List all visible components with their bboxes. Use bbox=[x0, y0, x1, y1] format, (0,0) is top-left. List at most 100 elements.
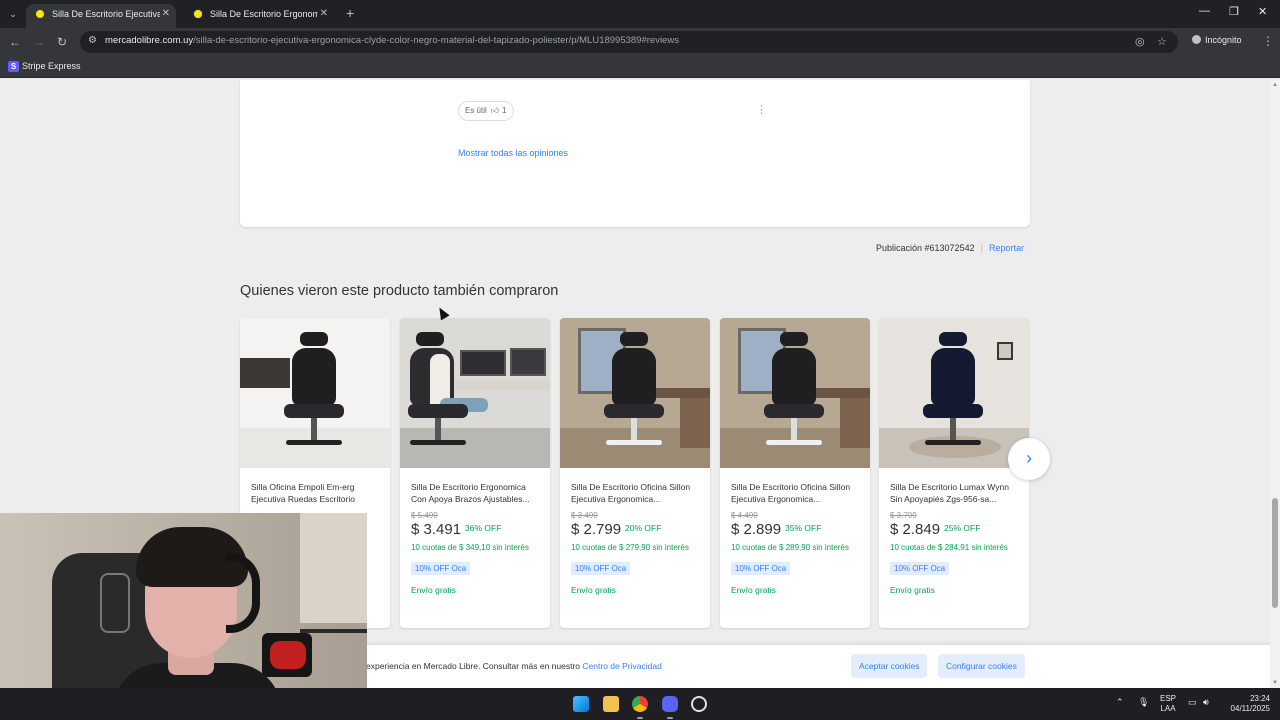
product-old-price: $ 4.499 bbox=[731, 511, 758, 520]
close-window-icon[interactable]: ✕ bbox=[1258, 5, 1267, 18]
tab-title: Silla De Escritorio Ejecutiva Erg bbox=[52, 9, 160, 19]
chevron-right-icon: › bbox=[1026, 448, 1032, 468]
product-discount: 35% OFF bbox=[785, 523, 822, 533]
windows-start-icon[interactable] bbox=[573, 696, 589, 712]
site-info-icon[interactable]: ⚙ bbox=[88, 35, 100, 48]
tab-search-icon[interactable]: ⌄ bbox=[5, 6, 21, 22]
product-title[interactable]: Silla Oficina Empoli Em-erg Ejecutiva Ru… bbox=[251, 481, 383, 505]
product-card[interactable]: Silla De Escritorio Oficina Sillon Ejecu… bbox=[560, 318, 710, 628]
minimize-icon[interactable]: — bbox=[1199, 5, 1210, 17]
page-scrollbar[interactable]: ▲ ▼ bbox=[1270, 80, 1280, 688]
product-image[interactable] bbox=[720, 318, 870, 468]
configure-cookies-button[interactable]: Configurar cookies bbox=[938, 654, 1025, 678]
clock[interactable]: 23:24 04/11/2025 bbox=[1222, 694, 1270, 714]
bookmark-star-icon[interactable]: ☆ bbox=[1157, 35, 1167, 48]
useful-count: 1 bbox=[502, 106, 507, 115]
mercadolibre-favicon-icon bbox=[35, 9, 45, 19]
reload-icon[interactable]: ↻ bbox=[57, 34, 67, 50]
browser-tab-active[interactable]: Silla De Escritorio Ejecutiva Erg ✕ bbox=[26, 4, 176, 28]
product-image[interactable] bbox=[240, 318, 390, 468]
product-title[interactable]: Silla De Escritorio Oficina Sillon Ejecu… bbox=[731, 481, 863, 505]
browser-menu-icon[interactable]: ⋮ bbox=[1262, 34, 1274, 48]
browser-tab-bar: ⌄ Silla De Escritorio Ejecutiva Erg ✕ Si… bbox=[0, 0, 1280, 28]
eye-off-icon[interactable]: ◎ bbox=[1135, 35, 1145, 48]
reviews-card: Es útil 👍︎ 1 ⋮ Mostrar todas las opiniones bbox=[240, 80, 1030, 227]
maximize-icon[interactable]: ❐ bbox=[1229, 5, 1239, 18]
product-image[interactable] bbox=[400, 318, 550, 468]
thumbs-up-icon: 👍︎ bbox=[490, 106, 500, 115]
product-title[interactable]: Silla De Escritorio Oficina Sillon Ejecu… bbox=[571, 481, 703, 505]
incognito-icon bbox=[1192, 35, 1201, 44]
product-shipping: Envío gratis bbox=[890, 585, 935, 595]
product-card[interactable]: Silla De Escritorio Lumax Wynn Sin Apoya… bbox=[879, 318, 1029, 628]
scroll-down-icon[interactable]: ▼ bbox=[1272, 680, 1278, 686]
product-shipping: Envío gratis bbox=[731, 585, 776, 595]
tab-close-icon[interactable]: ✕ bbox=[162, 4, 170, 24]
microphone-icon[interactable]: 🎙︎ bbox=[1138, 697, 1149, 708]
scrollbar-thumb[interactable] bbox=[1272, 498, 1278, 608]
bookmarks-bar: S Stripe Express bbox=[0, 56, 1280, 78]
cookie-text: experiencia en Mercado Libre. Consultar … bbox=[366, 661, 662, 671]
product-old-price: $ 5.499 bbox=[411, 511, 438, 520]
product-old-price: $ 3.499 bbox=[571, 511, 598, 520]
file-explorer-icon[interactable] bbox=[603, 696, 619, 712]
product-card[interactable]: Silla De Escritorio Oficina Sillon Ejecu… bbox=[720, 318, 870, 628]
product-price: $ 2.899 bbox=[731, 521, 782, 538]
useful-label: Es útil bbox=[465, 106, 487, 115]
new-tab-icon[interactable]: + bbox=[346, 5, 354, 21]
report-link[interactable]: Reportar bbox=[989, 243, 1024, 253]
browser-toolbar: ← → ↻ ⚙ mercadolibre.com.uy/silla-de-esc… bbox=[0, 28, 1280, 56]
product-title[interactable]: Silla De Escritorio Ergonomica Con Apoya… bbox=[411, 481, 543, 505]
product-payment-badge: 10% OFF Oca bbox=[890, 562, 950, 575]
bookmark-stripe-express[interactable]: Stripe Express bbox=[22, 61, 81, 71]
volume-icon[interactable]: 🔊︎ bbox=[1203, 697, 1209, 708]
carousel-next-button[interactable]: › bbox=[1008, 438, 1050, 480]
discord-icon[interactable] bbox=[662, 696, 678, 712]
browser-tab[interactable]: Silla De Escritorio Ergonomica ✕ bbox=[184, 4, 334, 28]
tab-title: Silla De Escritorio Ergonomica bbox=[210, 9, 318, 19]
language-indicator[interactable]: ESP LAA bbox=[1160, 694, 1176, 714]
incognito-indicator[interactable]: Incógnito bbox=[1192, 35, 1242, 45]
useful-button[interactable]: Es útil 👍︎ 1 bbox=[458, 101, 514, 121]
product-installments: 10 cuotas de $ 279,90 sin interés bbox=[571, 543, 689, 552]
product-image[interactable] bbox=[560, 318, 710, 468]
product-price: $ 2.849 bbox=[890, 521, 941, 538]
product-shipping: Envío gratis bbox=[411, 585, 456, 595]
product-payment-badge: 10% OFF Oca bbox=[411, 562, 471, 575]
product-price: $ 3.491 bbox=[411, 521, 462, 538]
section-title: Quienes vieron este producto también com… bbox=[240, 283, 559, 299]
product-discount: 20% OFF bbox=[625, 523, 662, 533]
accept-cookies-button[interactable]: Aceptar cookies bbox=[851, 654, 928, 678]
stripe-icon[interactable]: S bbox=[8, 61, 19, 72]
url-text[interactable]: mercadolibre.com.uy/silla-de-escritorio-… bbox=[105, 35, 679, 46]
privacy-center-link[interactable]: Centro de Privacidad bbox=[582, 661, 661, 671]
network-icon[interactable]: ▭ bbox=[1188, 697, 1197, 708]
product-old-price: $ 3.799 bbox=[890, 511, 917, 520]
product-title[interactable]: Silla De Escritorio Lumax Wynn Sin Apoya… bbox=[890, 481, 1022, 505]
product-shipping: Envío gratis bbox=[571, 585, 616, 595]
publication-number: Publicación #613072542 bbox=[876, 243, 975, 253]
product-payment-badge: 10% OFF Oca bbox=[571, 562, 631, 575]
back-icon[interactable]: ← bbox=[9, 34, 21, 50]
product-payment-badge: 10% OFF Oca bbox=[731, 562, 791, 575]
review-options-icon[interactable]: ⋮ bbox=[756, 103, 767, 116]
product-installments: 10 cuotas de $ 284,91 sin interés bbox=[890, 543, 1008, 552]
tab-close-icon[interactable]: ✕ bbox=[320, 4, 328, 24]
address-bar[interactable]: ⚙ mercadolibre.com.uy/silla-de-escritori… bbox=[80, 31, 1178, 53]
show-all-reviews-link[interactable]: Mostrar todas las opiniones bbox=[458, 148, 568, 158]
product-price: $ 2.799 bbox=[571, 521, 622, 538]
product-discount: 36% OFF bbox=[465, 523, 502, 533]
product-installments: 10 cuotas de $ 289,90 sin interés bbox=[731, 543, 849, 552]
mercadolibre-favicon-icon bbox=[193, 9, 203, 19]
chrome-icon[interactable] bbox=[632, 696, 648, 712]
product-installments: 10 cuotas de $ 349,10 sin interés bbox=[411, 543, 529, 552]
tray-overflow-icon[interactable]: ⌃ bbox=[1116, 697, 1124, 708]
windows-taskbar: ⌃ 🎙︎ ESP LAA ▭ 🔊︎ 23:24 04/11/2025 bbox=[0, 688, 1280, 720]
publication-row: Publicación #613072542 | Reportar bbox=[876, 243, 1024, 253]
forward-icon[interactable]: → bbox=[33, 34, 45, 50]
product-card[interactable]: Silla De Escritorio Ergonomica Con Apoya… bbox=[400, 318, 550, 628]
product-image[interactable] bbox=[879, 318, 1029, 468]
scroll-up-icon[interactable]: ▲ bbox=[1272, 82, 1278, 88]
product-discount: 25% OFF bbox=[944, 523, 981, 533]
app-icon[interactable] bbox=[691, 696, 707, 712]
